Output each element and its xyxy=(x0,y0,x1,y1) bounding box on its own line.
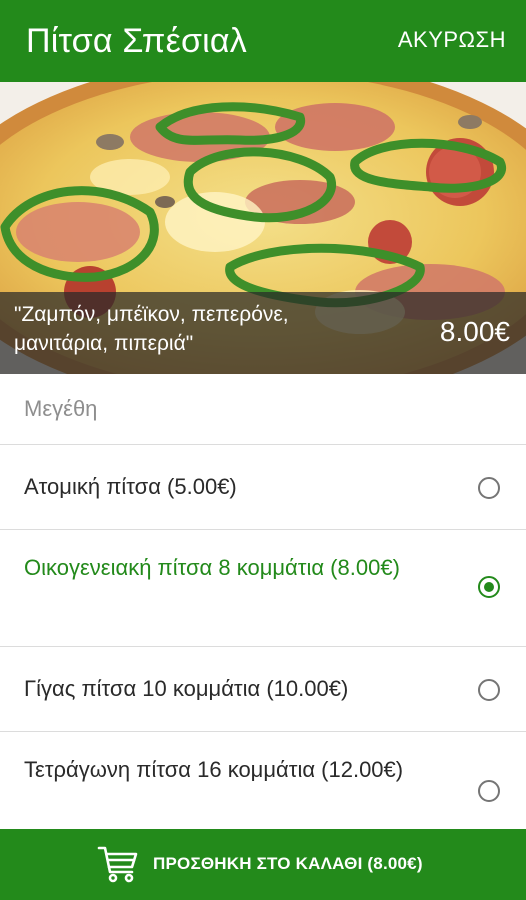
radio-button[interactable] xyxy=(478,679,500,701)
radio-button[interactable] xyxy=(478,780,500,802)
page-title: Πίτσα Σπέσιαλ xyxy=(26,22,247,60)
add-to-cart-button[interactable]: ΠΡΟΣΘΗΚΗ ΣΤΟ ΚΑΛΑΘΙ (8.00€) xyxy=(0,829,526,900)
size-option-label: Τετράγωνη πίτσα 16 κομμάτια (12.00€) xyxy=(24,757,404,782)
size-option-personal[interactable]: Ατομική πίτσα (5.00€) xyxy=(0,445,526,530)
cancel-button[interactable]: ΑΚΥΡΩΣΗ xyxy=(398,25,506,55)
size-option-label: Γίγας πίτσα 10 κομμάτια (10.00€) xyxy=(24,676,349,701)
size-option-label: Οικογενειακή πίτσα 8 κομμάτια (8.00€) xyxy=(24,555,400,580)
radio-button-selected[interactable] xyxy=(478,576,500,598)
product-hero: "Ζαμπόν, μπέϊκον, πεπερόνε, μανιτάρια, π… xyxy=(0,82,526,374)
radio-button[interactable] xyxy=(478,477,500,499)
product-price: 8.00€ xyxy=(439,316,510,347)
sizes-section-header: Μεγέθη xyxy=(0,374,526,445)
shopping-cart-icon xyxy=(97,846,138,883)
radio-selected-dot xyxy=(484,582,494,592)
size-option-giant[interactable]: Γίγας πίτσα 10 κομμάτια (10.00€) xyxy=(0,647,526,732)
product-description: "Ζαμπόν, μπέϊκον, πεπερόνε, μανιτάρια, π… xyxy=(14,303,289,355)
sizes-heading: Μεγέθη xyxy=(24,396,98,421)
app-bar: Πίτσα Σπέσιαλ ΑΚΥΡΩΣΗ xyxy=(0,0,526,82)
product-caption: "Ζαμπόν, μπέϊκον, πεπερόνε, μανιτάρια, π… xyxy=(0,292,526,374)
size-option-family[interactable]: Οικογενειακή πίτσα 8 κομμάτια (8.00€) xyxy=(0,530,526,647)
size-option-label: Ατομική πίτσα (5.00€) xyxy=(24,474,237,499)
add-to-cart-label: ΠΡΟΣΘΗΚΗ ΣΤΟ ΚΑΛΑΘΙ (8.00€) xyxy=(153,854,423,873)
